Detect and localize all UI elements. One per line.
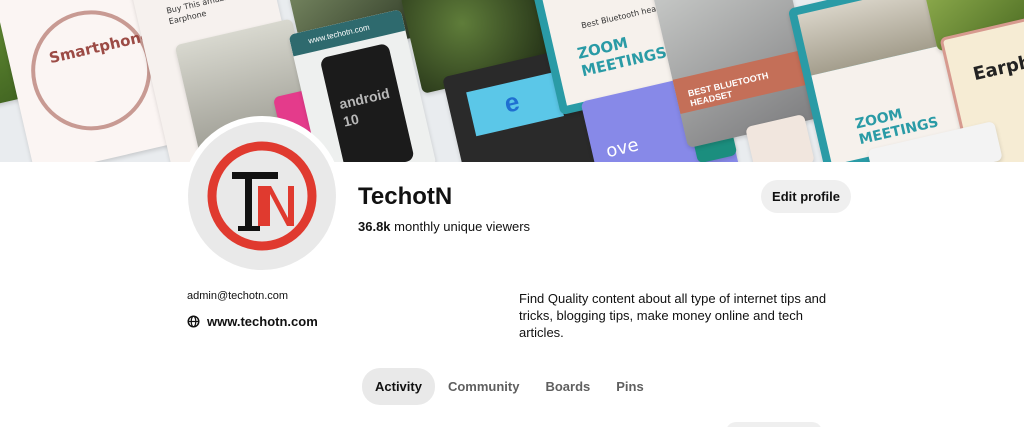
- avatar-logo: [188, 122, 336, 270]
- monthly-viewers: 36.8k monthly unique viewers: [358, 219, 530, 234]
- viewers-count: 36.8k: [358, 219, 391, 234]
- viewers-label: monthly unique viewers: [394, 219, 531, 234]
- cover-tile-earphones-text: Earph: [971, 51, 1024, 86]
- tab-community[interactable]: Community: [435, 368, 533, 405]
- profile-tabs: Activity Community Boards Pins: [362, 368, 657, 405]
- edit-profile-button[interactable]: Edit profile: [761, 180, 851, 213]
- profile-website[interactable]: www.techotn.com: [187, 313, 318, 329]
- cover-tile-earphone-text: Buy This amazing Earphone: [165, 0, 237, 27]
- cover-image: Smartphones Buy This amazing Earphone ww…: [0, 0, 1024, 162]
- tab-pins[interactable]: Pins: [603, 368, 656, 405]
- partial-button[interactable]: [726, 422, 822, 427]
- techotn-logo-icon: [207, 141, 317, 251]
- cover-tile-headset-text: BEST BLUETOOTH HEADSET: [686, 70, 770, 109]
- profile-name: TechotN: [358, 183, 453, 210]
- avatar[interactable]: [182, 116, 342, 276]
- cover-tile-android-text: android 10: [337, 84, 392, 130]
- profile-about: Find Quality content about all type of i…: [519, 291, 827, 340]
- cover-tile-love-text: ove: [604, 134, 641, 162]
- tab-boards[interactable]: Boards: [532, 368, 603, 405]
- profile-email[interactable]: admin@techotn.com: [187, 290, 288, 302]
- tab-activity[interactable]: Activity: [362, 368, 435, 405]
- globe-icon: [187, 314, 200, 328]
- website-link[interactable]: www.techotn.com: [207, 314, 318, 329]
